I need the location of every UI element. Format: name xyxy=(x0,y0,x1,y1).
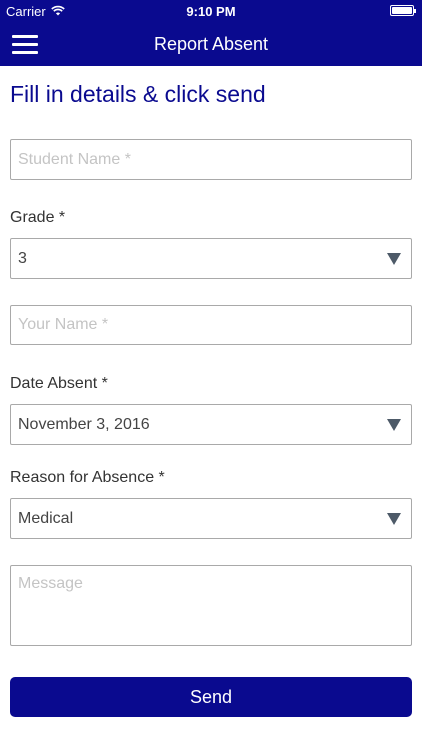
student-name-input[interactable] xyxy=(10,139,412,180)
your-name-input[interactable] xyxy=(10,305,412,345)
battery-icon xyxy=(390,5,416,16)
grade-select[interactable]: 3 xyxy=(10,238,412,279)
dropdown-arrow-icon xyxy=(387,253,401,265)
date-absent-label: Date Absent * xyxy=(10,375,108,392)
grade-value: 3 xyxy=(18,249,27,267)
dropdown-arrow-icon xyxy=(387,513,401,525)
message-textarea[interactable] xyxy=(10,565,412,646)
date-absent-value: November 3, 2016 xyxy=(18,415,150,433)
date-absent-select[interactable]: November 3, 2016 xyxy=(10,404,412,445)
dropdown-arrow-icon xyxy=(387,419,401,431)
form-heading: Fill in details & click send xyxy=(10,81,266,107)
clock: 9:10 PM xyxy=(186,4,236,19)
reason-label: Reason for Absence * xyxy=(10,469,165,486)
reason-select[interactable]: Medical xyxy=(10,498,412,539)
send-button[interactable]: Send xyxy=(10,677,412,717)
nav-bar: Report Absent xyxy=(0,22,422,66)
grade-label: Grade * xyxy=(10,209,66,226)
page-title: Report Absent xyxy=(153,34,269,54)
status-bar: Carrier 9:10 PM xyxy=(0,0,422,22)
reason-value: Medical xyxy=(18,509,74,527)
